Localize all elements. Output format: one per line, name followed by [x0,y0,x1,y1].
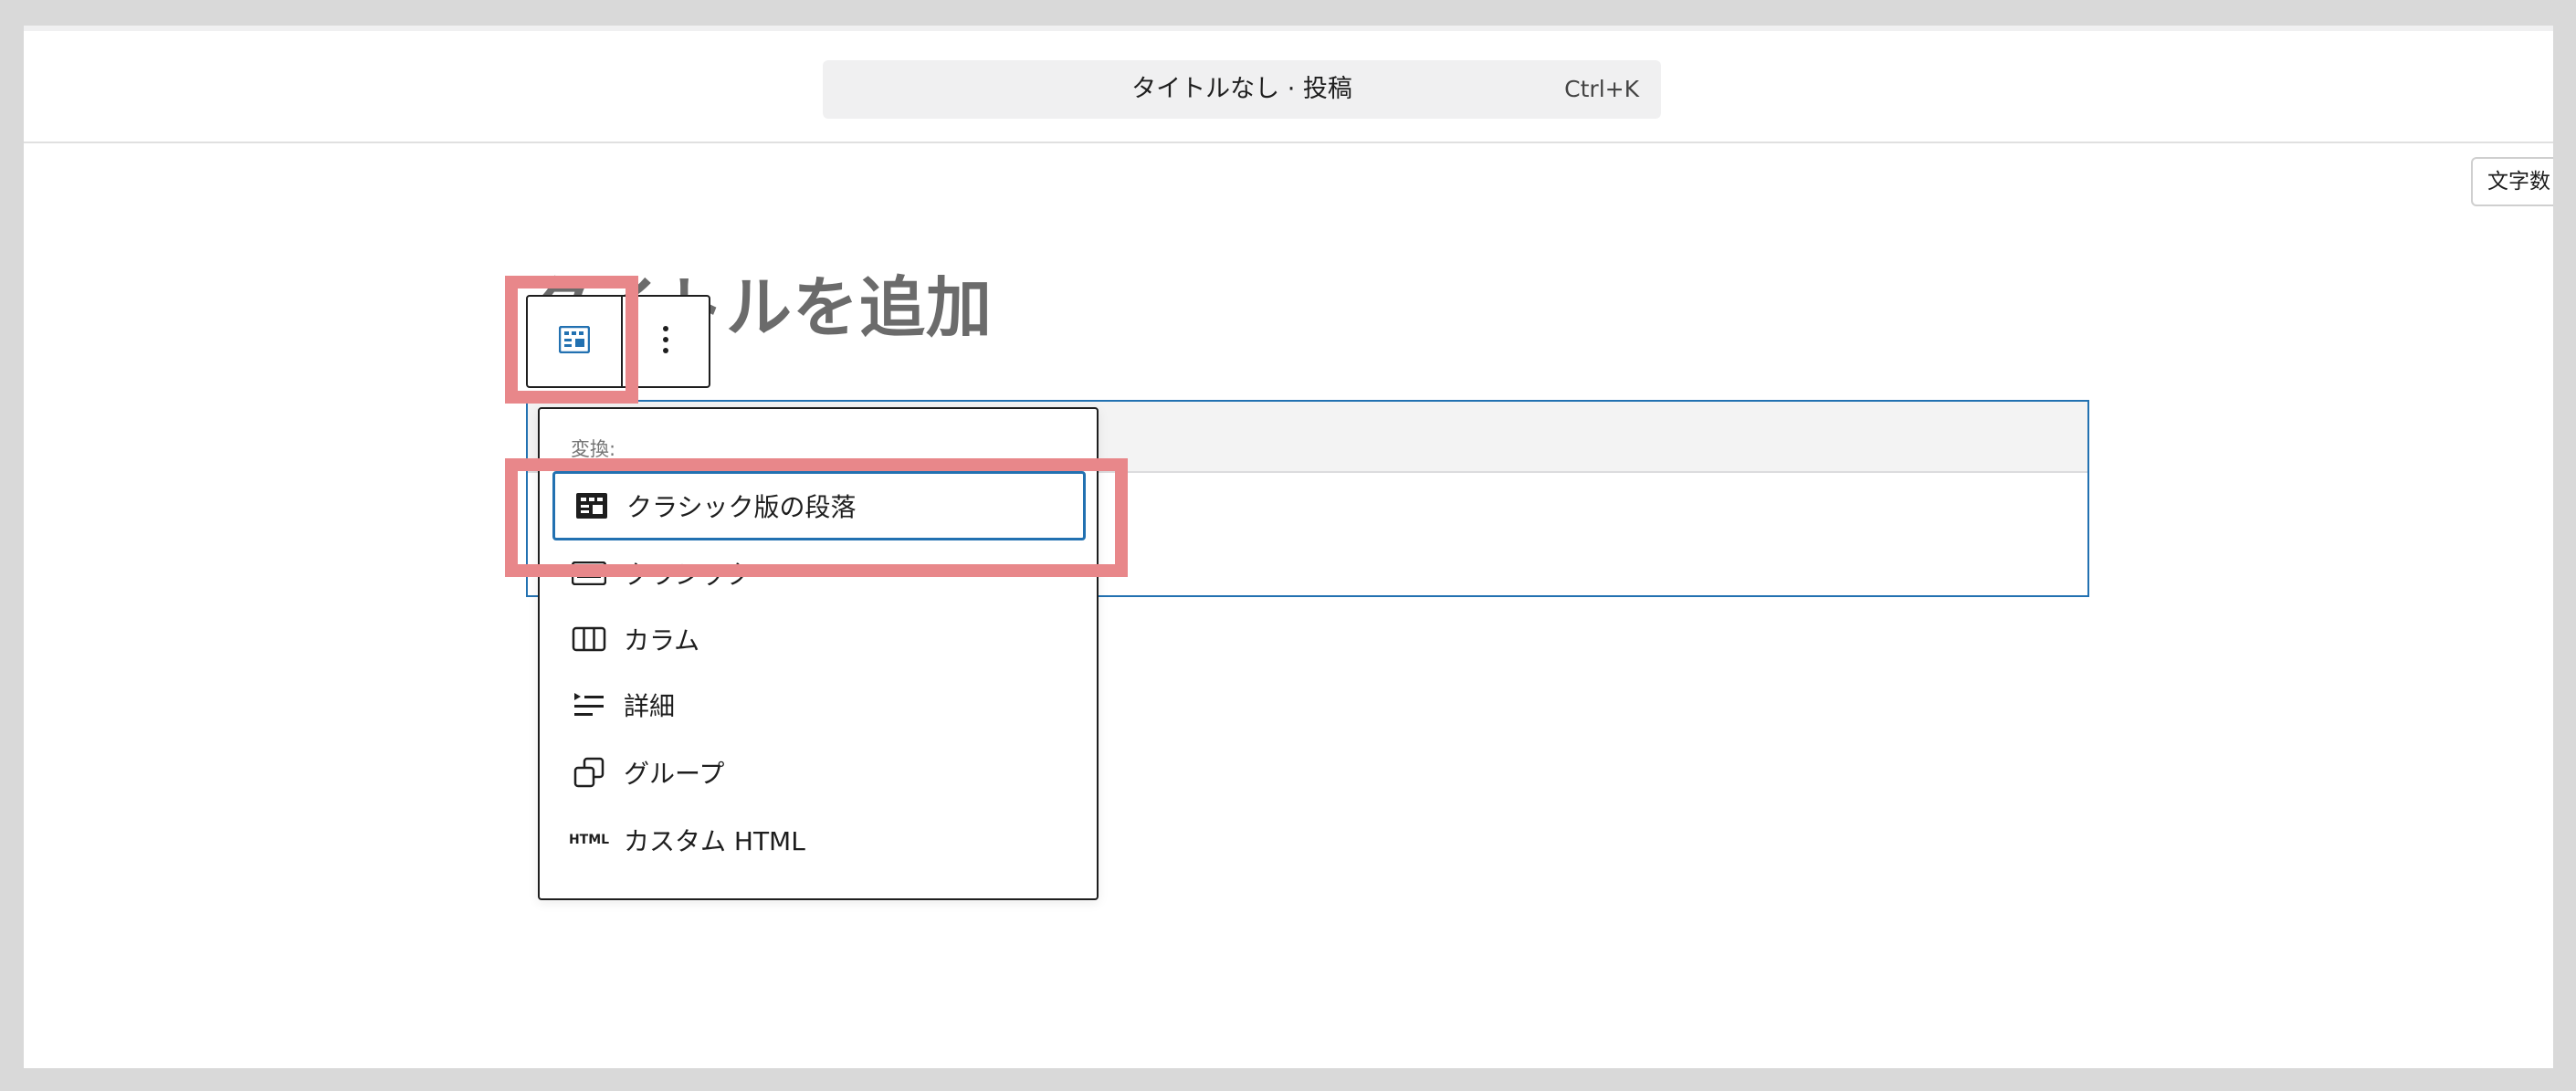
columns-icon [571,621,607,657]
block-switcher-button[interactable] [528,297,623,386]
editor-window: タイトルなし · 投稿 Ctrl+K 文字数 タイトルを追加 変換: クラシック… [24,26,2553,1068]
classic-block-icon [558,325,591,357]
editor-header: タイトルなし · 投稿 Ctrl+K [24,31,2553,143]
word-count-button[interactable]: 文字数 [2471,157,2553,206]
block-options-button[interactable] [623,297,709,386]
transform-menu: 変換: クラシック版の段落 クラシック カラム 詳細 グループ HTML カスタ… [538,407,1099,900]
menu-item-label: カラム [624,625,700,656]
details-icon [571,687,607,723]
transform-menu-heading: 変換: [571,438,616,460]
menu-item-label: 詳細 [624,691,676,721]
classic-paragraph-icon [573,488,610,524]
keyboard-shortcut: Ctrl+K [1564,76,1639,102]
menu-item-columns[interactable]: カラム [552,604,1086,674]
menu-item-details[interactable]: 詳細 [552,670,1086,740]
menu-item-group[interactable]: グループ [552,738,1086,807]
menu-item-label: クラシック [624,560,752,590]
block-toolbar [526,295,710,388]
menu-item-label: グループ [624,759,725,789]
menu-item-label: クラシック版の段落 [626,492,857,522]
menu-item-custom-html[interactable]: HTML カスタム HTML [552,805,1086,875]
menu-item-classic[interactable]: クラシック [552,539,1086,608]
document-title: タイトルなし · 投稿 [1131,75,1352,103]
keyboard-icon [571,555,607,592]
group-icon [571,754,607,791]
command-palette-bar[interactable]: タイトルなし · 投稿 Ctrl+K [823,60,1661,119]
more-vertical-icon [661,324,670,359]
menu-item-classic-paragraph[interactable]: クラシック版の段落 [552,471,1086,540]
html-icon: HTML [568,833,610,847]
menu-item-label: カスタム HTML [624,826,805,856]
